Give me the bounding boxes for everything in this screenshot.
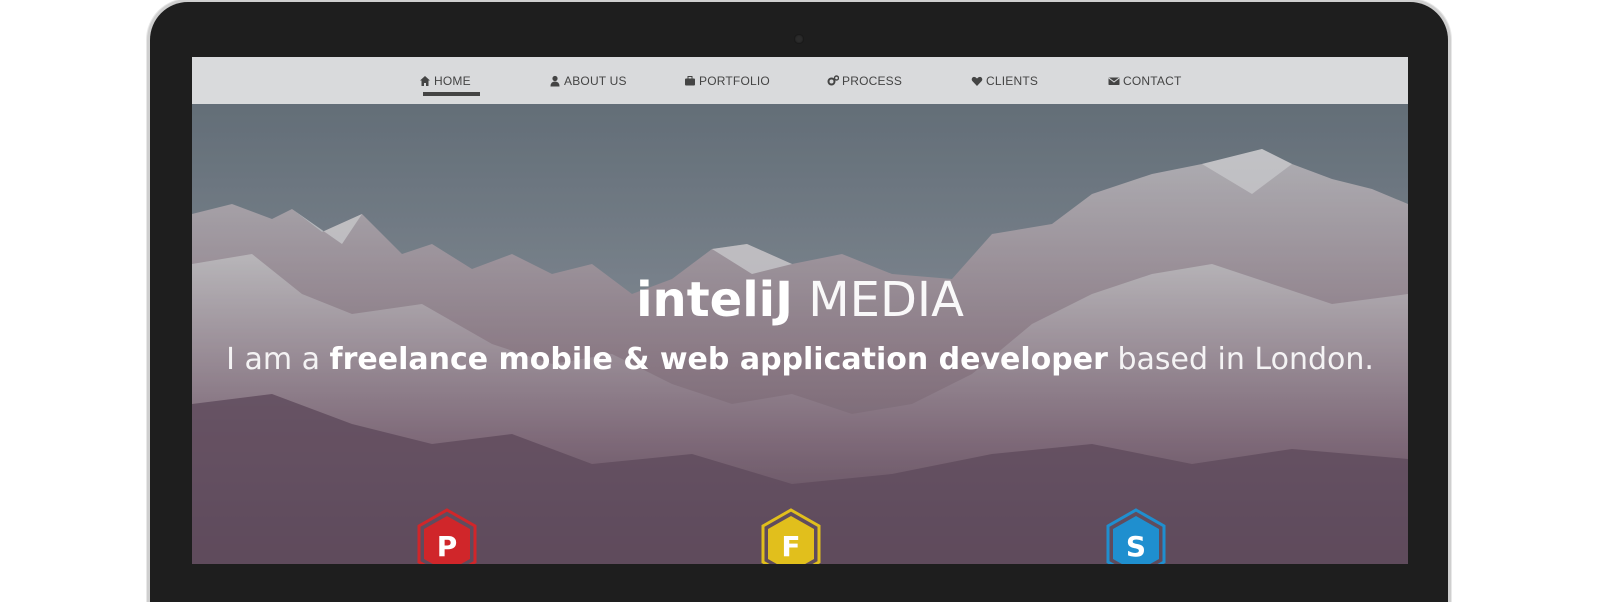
nav-item-contact[interactable]: CONTACT — [1108, 57, 1182, 104]
nav-item-portfolio[interactable]: PORTFOLIO — [684, 57, 770, 104]
nav-label-home: HOME — [434, 73, 471, 88]
hero-subtitle-strong: freelance mobile & web application devel… — [329, 342, 1108, 377]
hero-title: inteliJ MEDIA — [192, 272, 1408, 328]
badge-f-letter: F — [781, 530, 801, 563]
badge-p[interactable]: P — [415, 508, 479, 564]
nav-item-process[interactable]: PROCESS — [827, 57, 902, 104]
camera-icon — [794, 34, 804, 44]
briefcase-icon — [684, 75, 696, 87]
nav-label-about-us: ABOUT US — [564, 73, 627, 88]
heart-icon — [971, 75, 983, 87]
nav-item-home[interactable]: HOME — [419, 57, 471, 104]
navbar: HOME ABOUT US PORTFOLIO PROCESS CLIENTS … — [192, 57, 1408, 104]
user-icon — [549, 75, 561, 87]
nav-label-clients: CLIENTS — [986, 73, 1039, 88]
nav-item-about-us[interactable]: ABOUT US — [549, 57, 627, 104]
nav-label-portfolio: PORTFOLIO — [699, 73, 770, 88]
nav-label-process: PROCESS — [842, 73, 903, 88]
hero-subtitle: I am a freelance mobile & web applicatio… — [192, 342, 1408, 378]
website-screen: HOME ABOUT US PORTFOLIO PROCESS CLIENTS … — [192, 57, 1408, 564]
gears-icon — [827, 74, 839, 87]
envelope-icon — [1108, 75, 1120, 87]
nav-active-indicator — [423, 92, 480, 96]
badge-f[interactable]: F — [759, 508, 823, 564]
hero-subtitle-pre: I am a — [226, 342, 320, 377]
home-icon — [419, 75, 431, 87]
nav-item-clients[interactable]: CLIENTS — [971, 57, 1038, 104]
nav-label-contact: CONTACT — [1123, 73, 1182, 88]
badge-s[interactable]: S — [1104, 508, 1168, 564]
hero-subtitle-post: based in London. — [1117, 342, 1374, 377]
mountain-background-image — [192, 104, 1408, 564]
badge-p-letter: P — [436, 530, 458, 563]
hero-section: inteliJ MEDIA I am a freelance mobile & … — [192, 104, 1408, 564]
hero-title-suffix: MEDIA — [808, 272, 964, 328]
badge-s-letter: S — [1125, 530, 1147, 563]
hero-title-brand: inteliJ — [636, 272, 793, 328]
